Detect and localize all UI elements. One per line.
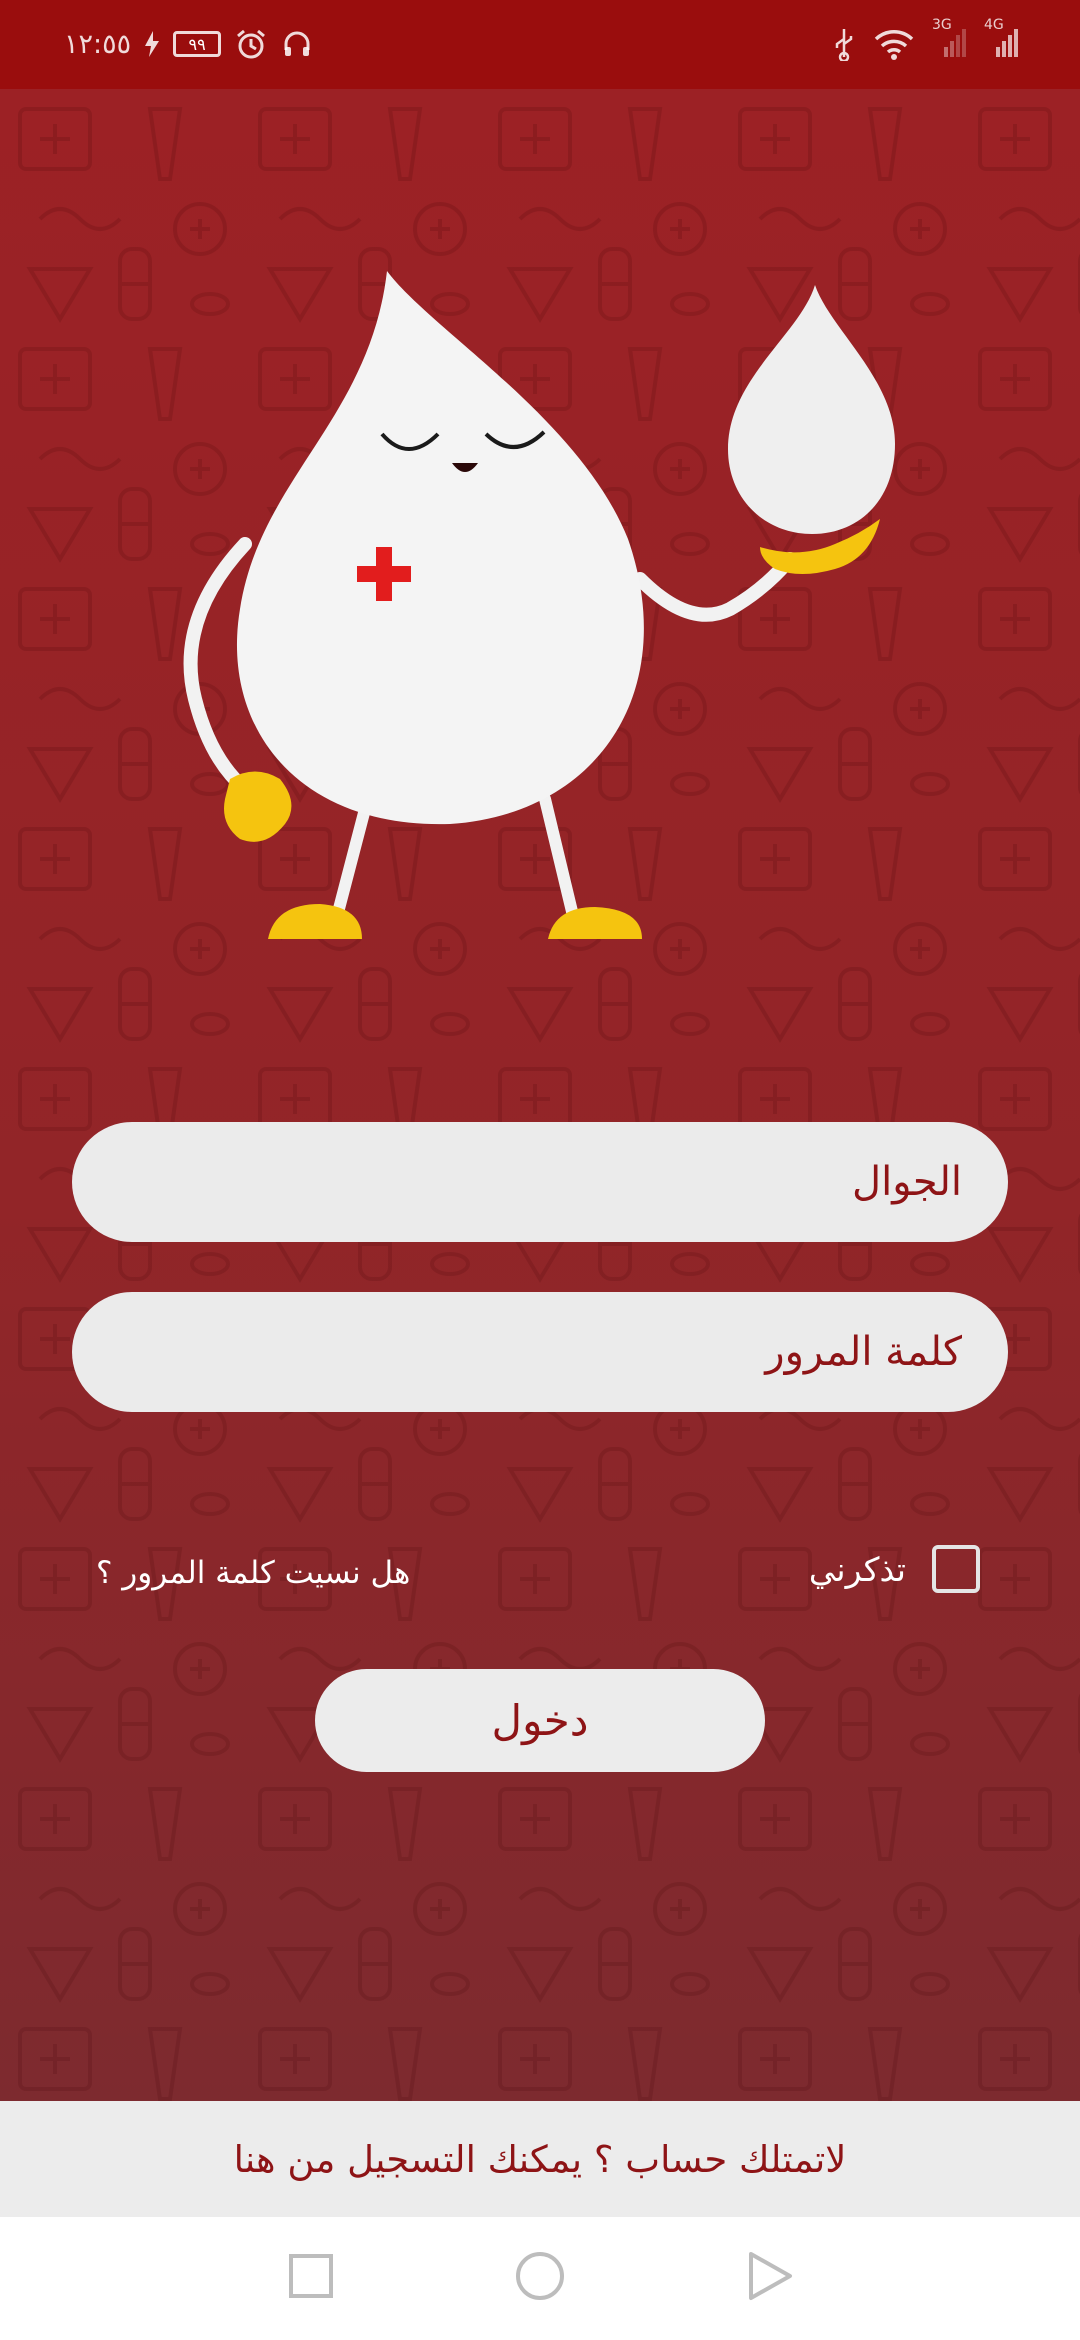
mascot-right-shoe bbox=[548, 907, 642, 939]
net-4g-label: 4G bbox=[984, 17, 1004, 33]
mascot-left-leg bbox=[329, 803, 371, 930]
battery-icon: ٩٩ bbox=[173, 31, 222, 57]
signal-4g: 4G bbox=[984, 17, 1018, 63]
square-icon[interactable] bbox=[288, 2253, 334, 2299]
mascot-right-leg bbox=[539, 793, 581, 930]
status-left: ١٢:٥٥ ٩٩ bbox=[64, 20, 313, 68]
small-blood-drop bbox=[728, 285, 895, 534]
clock: ١٢:٥٥ bbox=[64, 28, 132, 60]
system-nav-bar bbox=[0, 2217, 1080, 2340]
signal-3g: 3G bbox=[932, 17, 966, 63]
alarm-icon bbox=[237, 29, 266, 59]
usb-icon bbox=[835, 29, 853, 61]
mascot-left-shoe bbox=[268, 904, 362, 939]
mascot-left-hand bbox=[224, 771, 292, 842]
remember-me[interactable]: تذكرني bbox=[809, 1545, 980, 1593]
login-screen: تذكرني هل نسيت كلمة المرور ؟ دخول bbox=[0, 89, 1080, 2101]
mascot-left-arm bbox=[183, 537, 252, 796]
password-field[interactable] bbox=[72, 1292, 1008, 1412]
register-link[interactable]: لاتمتلك حساب ؟ يمكنك التسجيل من هنا bbox=[234, 2138, 847, 2181]
charging-icon bbox=[145, 31, 160, 57]
net-3g-label: 3G bbox=[932, 17, 952, 33]
remember-me-checkbox[interactable] bbox=[932, 1545, 980, 1593]
status-bar: ١٢:٥٥ ٩٩ 3G 4G bbox=[0, 0, 1080, 89]
headphones-icon bbox=[284, 31, 310, 56]
register-bar[interactable]: لاتمتلك حساب ؟ يمكنك التسجيل من هنا bbox=[0, 2101, 1080, 2217]
status-right: 3G 4G bbox=[832, 17, 1018, 68]
triangle-back-icon[interactable] bbox=[746, 2250, 794, 2302]
phone-field[interactable] bbox=[72, 1122, 1008, 1242]
password-input[interactable] bbox=[116, 1328, 964, 1376]
battery-level: ٩٩ bbox=[188, 34, 206, 54]
wifi-icon bbox=[874, 30, 914, 60]
phone-input[interactable] bbox=[116, 1158, 964, 1206]
circle-icon[interactable] bbox=[514, 2250, 566, 2302]
remember-me-label: تذكرني bbox=[808, 1549, 906, 1589]
mascot-right-arm bbox=[633, 552, 797, 622]
login-button[interactable]: دخول bbox=[315, 1669, 765, 1772]
mascot-body bbox=[236, 271, 644, 825]
blood-drop-mascot-illustration bbox=[183, 271, 895, 939]
forgot-password-link[interactable]: هل نسيت كلمة المرور ؟ bbox=[96, 1555, 410, 1591]
